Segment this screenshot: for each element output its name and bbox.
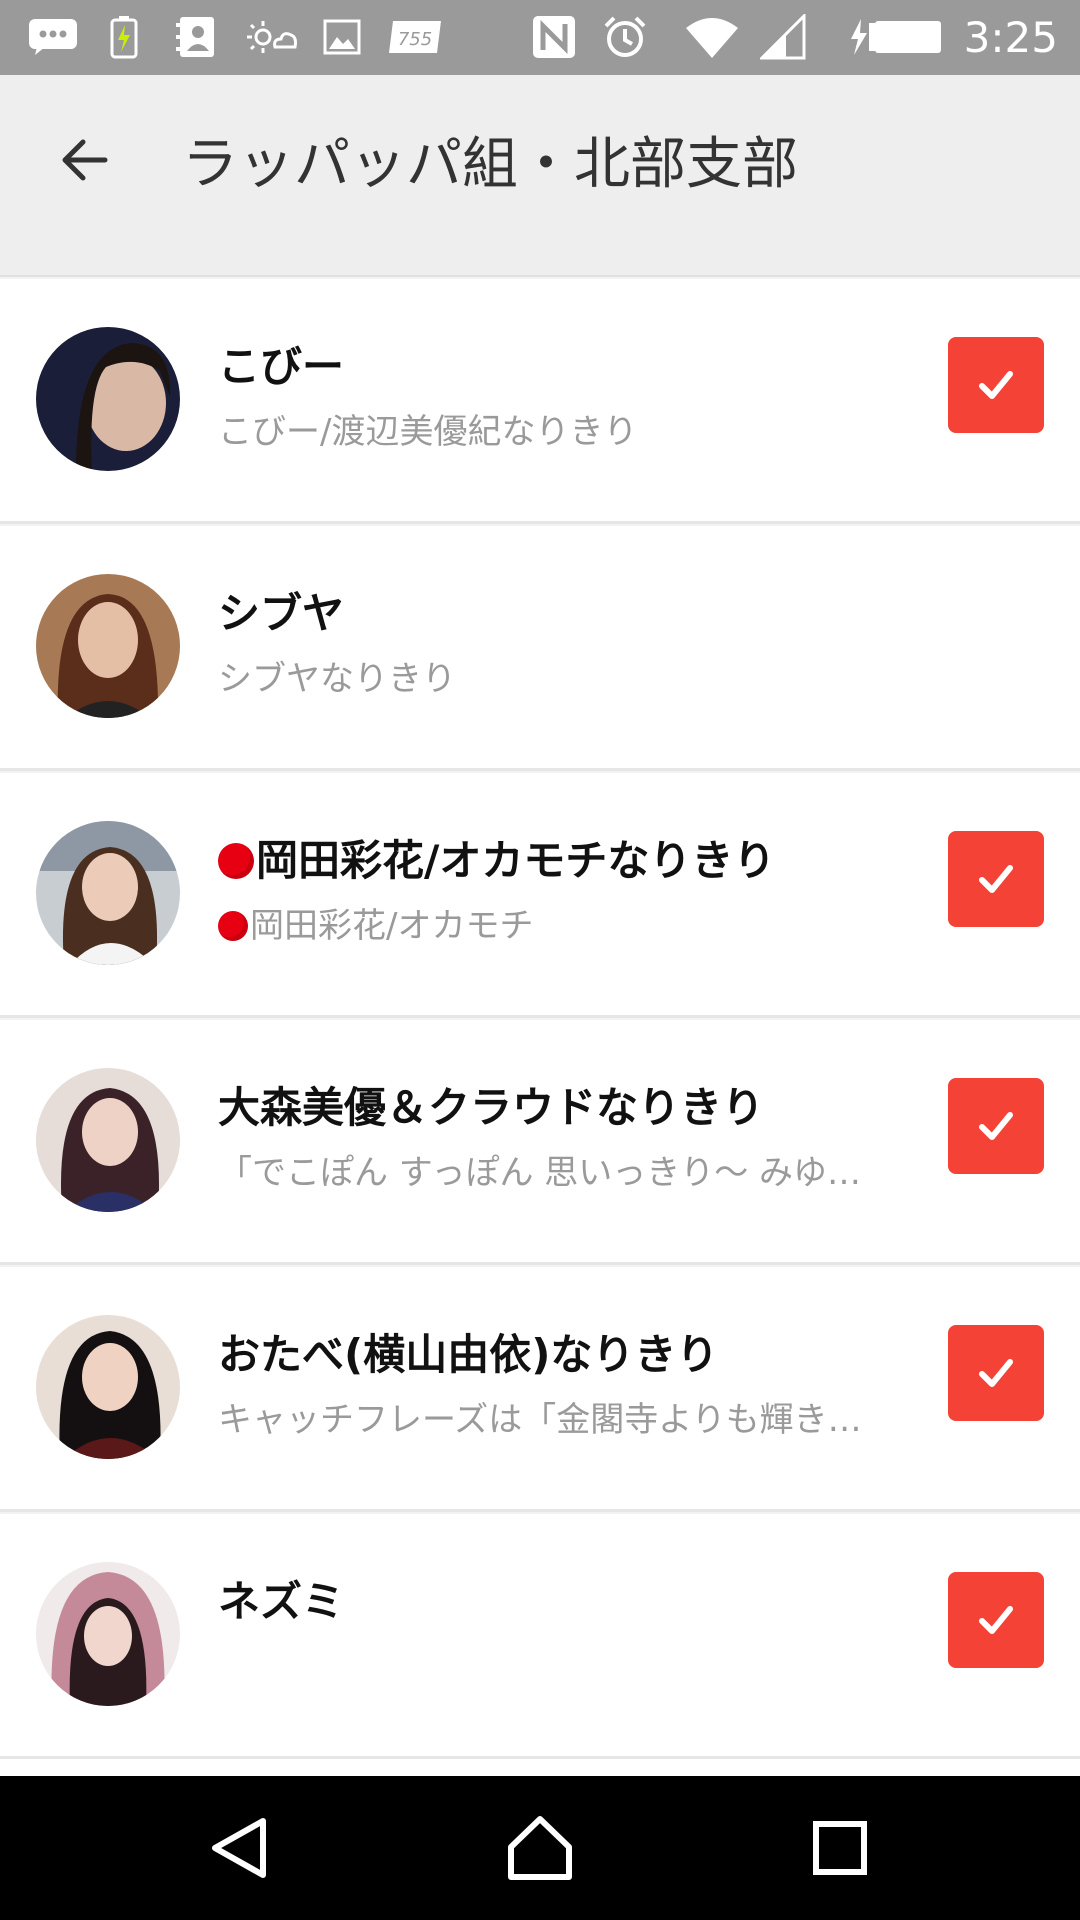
back-button[interactable] xyxy=(40,115,130,205)
member-subtitle: シブヤなりきり xyxy=(218,659,456,699)
checkmark-icon xyxy=(979,865,1013,893)
status-time: 3:25 xyxy=(963,13,1058,62)
alarm-icon xyxy=(600,12,650,62)
member-name-text: 岡田彩花/オカモチなりきり xyxy=(256,836,776,885)
arrow-left-icon xyxy=(62,139,108,181)
avatar xyxy=(36,821,180,965)
member-checkbox[interactable] xyxy=(948,1078,1044,1174)
recents-icon xyxy=(813,1821,867,1875)
member-checkbox[interactable] xyxy=(948,337,1044,433)
member-subtitle: こびー/渡辺美優紀なりきり xyxy=(218,412,638,452)
member-subtitle: キャッチフレーズは「金閣寺よりも輝き… xyxy=(218,1400,862,1440)
member-row[interactable]: こびー こびー/渡辺美優紀なりきり xyxy=(0,277,1080,524)
member-checkbox[interactable] xyxy=(948,1325,1044,1421)
member-row[interactable]: おたべ(横山由依)なりきり キャッチフレーズは「金閣寺よりも輝き… xyxy=(0,1265,1080,1512)
member-name: おたべ(横山由依)なりきり xyxy=(218,1330,719,1379)
battery-charging-icon xyxy=(108,12,140,62)
wifi-icon xyxy=(680,12,744,62)
nav-recents-button[interactable] xyxy=(790,1798,890,1898)
message-icon xyxy=(26,12,80,62)
avatar xyxy=(36,1315,180,1459)
contacts-icon xyxy=(172,12,220,62)
member-name: 大森美優＆クラウドなりきり xyxy=(218,1083,765,1132)
battery-icon xyxy=(846,12,948,62)
avatar xyxy=(36,574,180,718)
checkmark-icon xyxy=(979,1606,1013,1634)
avatar xyxy=(36,1562,180,1706)
member-checkbox[interactable] xyxy=(948,831,1044,927)
checkmark-icon xyxy=(979,1359,1013,1387)
nav-home-button[interactable] xyxy=(490,1798,590,1898)
checkmark-icon xyxy=(979,371,1013,399)
status-bar: 755 3:25 xyxy=(0,0,1080,75)
member-list: こびー こびー/渡辺美優紀なりきり シブヤ シブヤなりきり 岡田彩花/オカモチな… xyxy=(0,277,1080,1759)
red-dot-icon xyxy=(218,911,248,941)
member-row[interactable]: ネズミ xyxy=(0,1512,1080,1759)
member-name: シブヤ xyxy=(218,589,345,638)
page-title: ラッパッパ組・北部支部 xyxy=(182,132,798,197)
signal-icon xyxy=(758,12,808,62)
member-row[interactable]: 岡田彩花/オカモチなりきり 岡田彩花/オカモチ xyxy=(0,771,1080,1018)
nfc-icon xyxy=(530,12,578,62)
weather-icon xyxy=(244,12,300,62)
avatar xyxy=(36,1068,180,1212)
image-icon xyxy=(322,12,362,62)
tss-icon: 755 xyxy=(386,12,444,62)
member-subtitle: 岡田彩花/オカモチ xyxy=(218,901,533,951)
tss-label: 755 xyxy=(398,29,432,50)
navigation-bar xyxy=(0,1776,1080,1920)
red-dot-icon xyxy=(218,843,254,879)
member-subtitle-text: 岡田彩花/オカモチ xyxy=(250,906,534,946)
avatar xyxy=(36,327,180,471)
app-bar: ラッパッパ組・北部支部 xyxy=(0,75,1080,277)
member-row[interactable]: シブヤ シブヤなりきり xyxy=(0,524,1080,771)
nav-back-button[interactable] xyxy=(190,1798,290,1898)
checkmark-icon xyxy=(979,1112,1013,1140)
member-checkbox[interactable] xyxy=(948,1572,1044,1668)
member-name: ネズミ xyxy=(218,1577,345,1626)
member-subtitle: 「でこぽん すっぽん 思いっきり〜 みゆ… xyxy=(218,1153,862,1193)
member-name: 岡田彩花/オカモチなりきり xyxy=(218,831,775,891)
back-triangle-icon xyxy=(212,1818,266,1878)
member-row[interactable]: 大森美優＆クラウドなりきり 「でこぽん すっぽん 思いっきり〜 みゆ… xyxy=(0,1018,1080,1265)
home-icon xyxy=(508,1816,572,1880)
member-name: こびー xyxy=(218,342,345,391)
